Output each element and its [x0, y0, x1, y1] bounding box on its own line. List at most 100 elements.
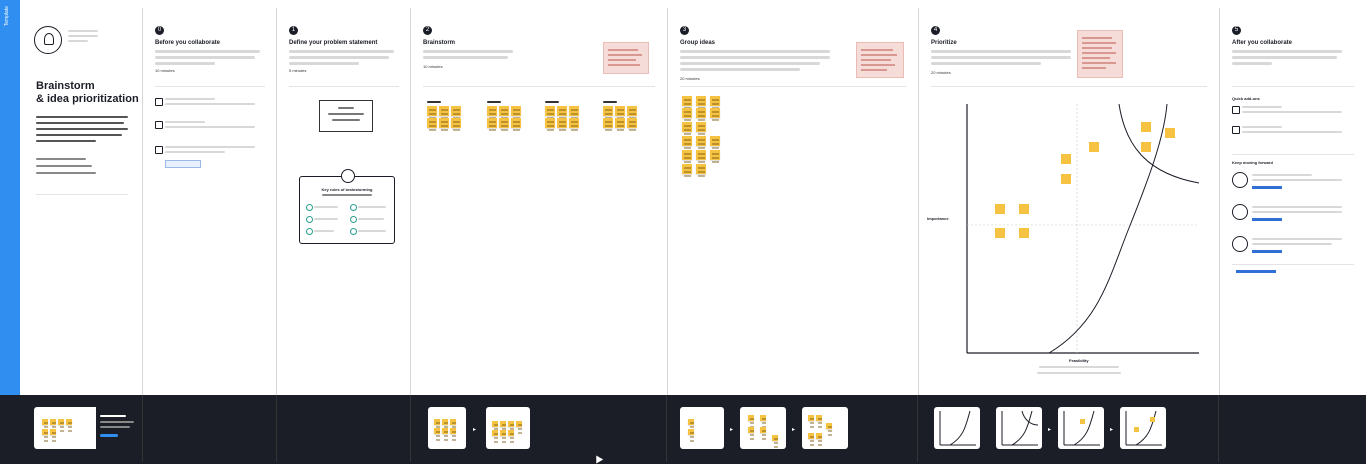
sticky-note[interactable]: [557, 106, 567, 116]
sheet-heading: After you collaborate: [1232, 40, 1293, 46]
sheet-before-collaborate: 0 Before you collaborate 10 minutes: [142, 8, 275, 395]
step-number: 3: [680, 26, 689, 35]
tip-note[interactable]: [856, 42, 904, 78]
sticky-note[interactable]: [627, 106, 637, 116]
sticky-note[interactable]: [696, 122, 706, 132]
need-some-inspiration-card[interactable]: [34, 407, 142, 449]
priority-grid-chart: [966, 103, 1200, 354]
sheet-group-ideas: 3 Group ideas 20 minutes: [667, 8, 917, 395]
step-number: 1: [289, 26, 298, 35]
quick-add-ons-heading: Quick add-ons: [1232, 96, 1260, 101]
sticky-note[interactable]: [682, 96, 692, 106]
brainstorm-rules-card[interactable]: Key rules of brainstorming: [299, 169, 395, 244]
time-estimate: 20 minutes: [931, 70, 951, 75]
sticky-note[interactable]: [627, 118, 637, 128]
tip-note[interactable]: [603, 42, 649, 74]
sticky-note[interactable]: [710, 108, 720, 118]
set-goal-icon: [155, 121, 163, 129]
sticky-note[interactable]: [696, 136, 706, 146]
sticky-note[interactable]: [427, 118, 437, 128]
sticky-note[interactable]: [557, 118, 567, 128]
sheet-heading: Prioritize: [931, 40, 957, 46]
sticky-note[interactable]: [603, 118, 613, 128]
open-article-button[interactable]: [165, 160, 201, 168]
prioritize-step3-thumbnail: [1058, 407, 1104, 449]
strategy-icon: [1232, 172, 1248, 188]
y-axis-label: Importance: [927, 216, 949, 221]
time-estimate: 10 minutes: [155, 68, 175, 73]
tip-note[interactable]: [1077, 30, 1123, 78]
sticky-note[interactable]: [569, 106, 579, 116]
sticky-note[interactable]: [682, 164, 692, 174]
step-number: 0: [155, 26, 164, 35]
step-number: 4: [931, 26, 940, 35]
sticky-note[interactable]: [696, 150, 706, 160]
sticky-note[interactable]: [439, 118, 449, 128]
sticky-note[interactable]: [696, 108, 706, 118]
group-step2-thumbnail: [740, 407, 786, 449]
share-template-feedback-link[interactable]: [1236, 270, 1276, 273]
sticky-note[interactable]: [682, 150, 692, 160]
sheet-heading: Define your problem statement: [289, 40, 378, 46]
sheet-heading: Before you collaborate: [155, 40, 221, 46]
sticky-note[interactable]: [569, 118, 579, 128]
sticky-note[interactable]: [696, 164, 706, 174]
sticky-note[interactable]: [499, 118, 509, 128]
sticky-note[interactable]: [499, 106, 509, 116]
export-icon: [1232, 126, 1240, 134]
sticky-note[interactable]: [451, 106, 461, 116]
sticky-note[interactable]: [511, 118, 521, 128]
share-icon: [1232, 106, 1240, 114]
time-estimate: 10 minutes: [423, 64, 443, 69]
sticky-note[interactable]: [696, 96, 706, 106]
sticky-note[interactable]: [615, 118, 625, 128]
sticky-note[interactable]: [710, 136, 720, 146]
sheet-heading: Group ideas: [680, 40, 716, 46]
sticky-note[interactable]: [439, 106, 449, 116]
sticky-note[interactable]: [603, 106, 613, 116]
sticky-note[interactable]: [682, 108, 692, 118]
sticky-note[interactable]: [427, 106, 437, 116]
time-estimate: 20 minutes: [680, 76, 700, 81]
group-step1-thumbnail: [680, 407, 724, 449]
timer-icon: [341, 169, 355, 183]
sticky-note[interactable]: [487, 118, 497, 128]
sheet-after-collaborate: 5 After you collaborate Quick add-ons Ke…: [1219, 8, 1366, 395]
step-number: 2: [423, 26, 432, 35]
roadmap-icon: [1232, 204, 1248, 220]
instruction-strip: ▸ ▸ ▸ ▸ ▸: [20, 395, 1366, 464]
intro-sheet: Brainstorm & idea prioritization: [20, 8, 140, 395]
sticky-note[interactable]: [682, 136, 692, 146]
open-template-link[interactable]: [1252, 218, 1282, 221]
whiteboard-canvas[interactable]: Template Brainstorm & idea prioritization…: [0, 0, 1366, 395]
sticky-note[interactable]: [710, 150, 720, 160]
sheet-heading: Brainstorm: [423, 40, 456, 46]
sticky-note[interactable]: [682, 122, 692, 132]
step-number: 5: [1232, 26, 1241, 35]
learn-more-icon: [155, 146, 163, 154]
sticky-note[interactable]: [545, 118, 555, 128]
time-estimate: 5 minutes: [289, 68, 307, 73]
sticky-note[interactable]: [487, 106, 497, 116]
prioritize-step2-thumbnail: [996, 407, 1042, 449]
team-gathering-icon: [155, 98, 163, 106]
group-step3-thumbnail: [802, 407, 848, 449]
sticky-note[interactable]: [710, 96, 720, 106]
sticky-note[interactable]: [545, 106, 555, 116]
intro-title: Brainstorm & idea prioritization: [36, 80, 139, 105]
keep-moving-heading: Keep moving forward: [1232, 160, 1273, 165]
prioritize-step1-thumbnail: [934, 407, 980, 449]
mouse-cursor-icon: [592, 453, 604, 464]
problem-statement-card[interactable]: [319, 100, 373, 132]
brainstorm-step2-thumbnail: [486, 407, 530, 449]
brainstorm-step1-thumbnail: [428, 407, 466, 449]
sticky-note[interactable]: [615, 106, 625, 116]
template-tab-label: Template: [4, 6, 10, 27]
sheet-prioritize: 4 Prioritize 20 minutes Importance Feasi…: [918, 8, 1218, 395]
lightbulb-logo-icon: [34, 26, 62, 54]
template-side-tab[interactable]: Template: [0, 0, 20, 395]
sticky-note[interactable]: [451, 118, 461, 128]
open-template-link[interactable]: [1252, 250, 1282, 253]
sticky-note[interactable]: [511, 106, 521, 116]
open-template-link[interactable]: [1252, 186, 1282, 189]
